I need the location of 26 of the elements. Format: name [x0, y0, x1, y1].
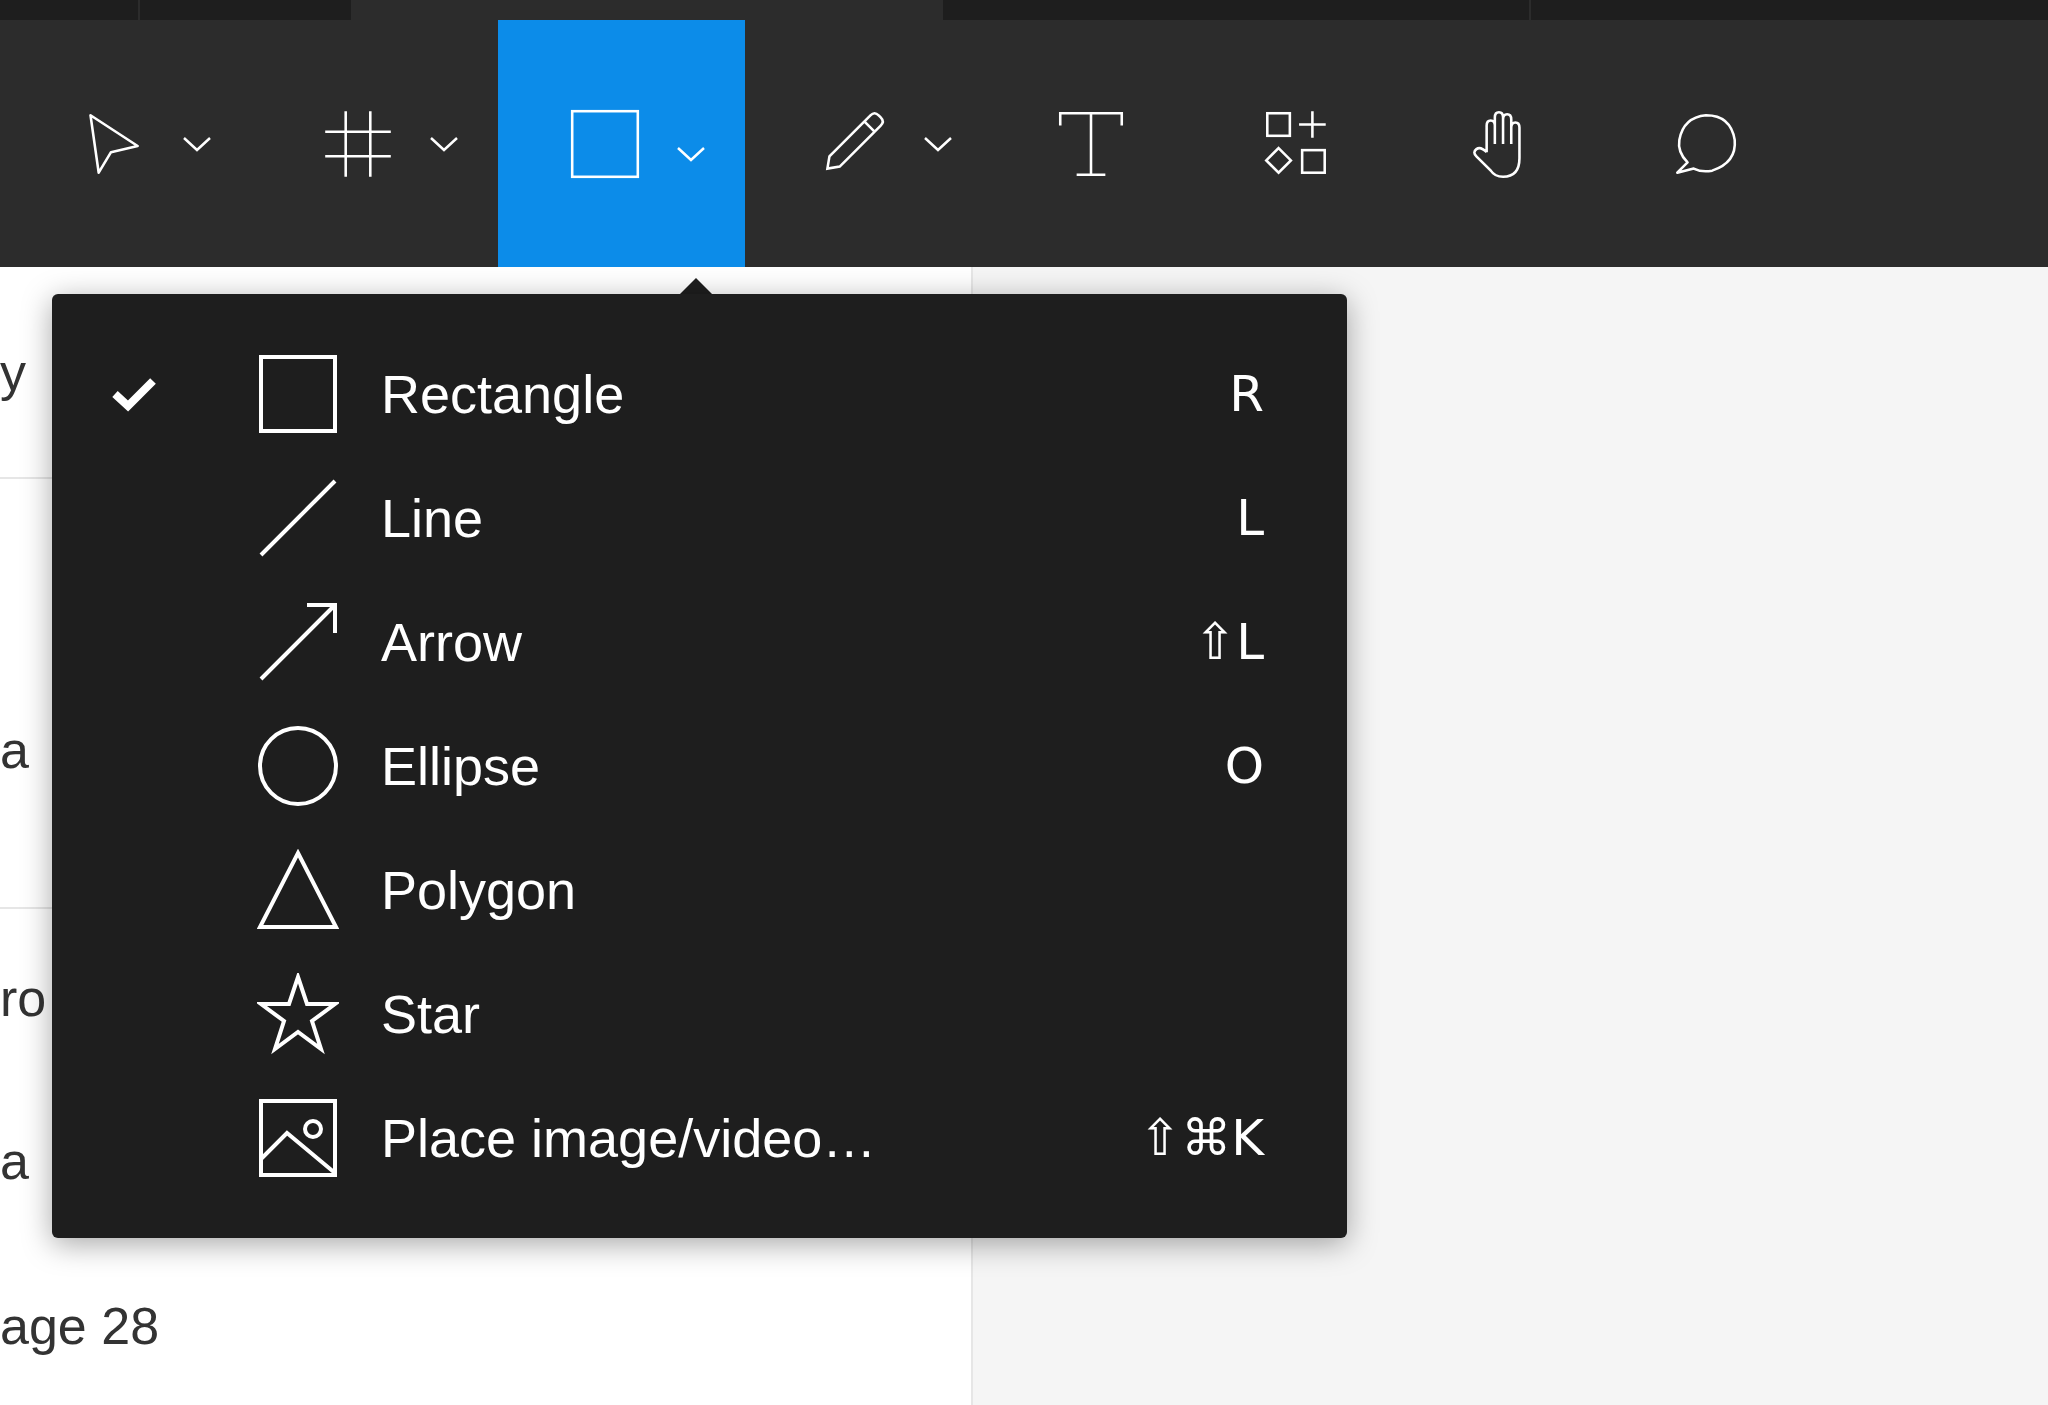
line-icon	[257, 477, 339, 559]
menu-item[interactable]: Star	[52, 952, 1347, 1076]
tool-button[interactable]	[498, 20, 745, 267]
shortcut-key: ⇧⌘K	[1139, 1100, 1264, 1176]
image-icon	[257, 1097, 339, 1179]
layer-name[interactable]: ro	[0, 963, 47, 1033]
star-icon	[257, 973, 339, 1055]
menu-item[interactable]: Rectangle R	[52, 332, 1347, 456]
shortcut-key: O	[1224, 728, 1264, 804]
shortcut-key: ⇧L	[1194, 604, 1264, 680]
layer-name[interactable]: y	[0, 337, 26, 407]
menu-item[interactable]: Arrow ⇧L	[52, 580, 1347, 704]
layer-name[interactable]: a	[0, 715, 29, 785]
layer-name[interactable]: a	[0, 1126, 29, 1196]
circle-icon	[257, 725, 339, 807]
rectangle-icon	[257, 353, 339, 435]
menu-item[interactable]: Ellipse O	[52, 704, 1347, 828]
file-tab[interactable]	[353, 0, 943, 20]
menu-item[interactable]: Place image/video… ⇧⌘K	[52, 1076, 1347, 1200]
arrow-icon	[257, 601, 339, 683]
menu-item[interactable]: Polygon	[52, 828, 1347, 952]
shortcut-key: L	[1236, 480, 1264, 556]
shortcut-key: R	[1229, 356, 1264, 432]
triangle-icon	[257, 849, 339, 931]
menu-item[interactable]: Line L	[52, 456, 1347, 580]
layer-name[interactable]: age 28	[0, 1291, 160, 1361]
